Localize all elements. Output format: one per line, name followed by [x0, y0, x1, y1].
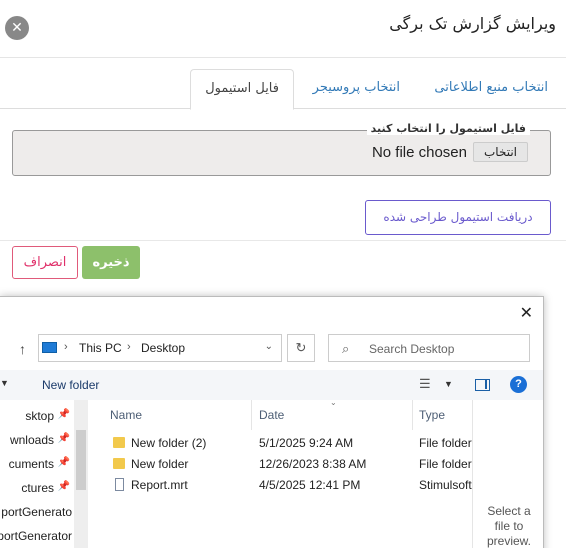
- navigation-pane: sktop 📌 wnloads 📌 cuments 📌 ctures 📌 por…: [0, 400, 90, 548]
- file-fieldset: فایل استیمول را انتخاب کنید No file chos…: [12, 122, 551, 176]
- column-date[interactable]: Date: [259, 408, 284, 422]
- nav-item-desktop[interactable]: sktop 📌: [0, 406, 80, 426]
- command-bar: ▼ New folder ☰ ▼ ?: [0, 370, 543, 400]
- tab-stimulsoft-file[interactable]: فایل استیمول: [190, 69, 294, 110]
- folder-icon: [113, 458, 125, 469]
- organize-dropdown-icon[interactable]: ▼: [0, 378, 9, 388]
- chevron-down-icon[interactable]: ⌄: [265, 341, 273, 352]
- chevron-right-icon: ›: [127, 341, 131, 353]
- breadcrumb-this-pc[interactable]: This PC: [79, 341, 122, 355]
- nav-item-reportgenerator-2[interactable]: portGenerator: [0, 526, 80, 546]
- page: ویرایش گزارش تک برگی ✕ انتخاب منبع اطلاع…: [0, 0, 566, 548]
- new-folder-button[interactable]: New folder: [42, 378, 99, 392]
- choose-file-button[interactable]: انتخاب: [473, 142, 528, 162]
- pin-icon: 📌: [57, 457, 70, 468]
- tab-data-source[interactable]: انتخاب منبع اطلاعاتی: [434, 69, 548, 109]
- nav-item-downloads[interactable]: wnloads 📌: [0, 430, 80, 450]
- help-icon[interactable]: ?: [510, 376, 527, 393]
- dialog-close-icon[interactable]: ✕: [520, 303, 533, 323]
- file-list-header: Name ⌄ Date Type: [100, 398, 474, 430]
- column-name[interactable]: Name: [110, 408, 142, 422]
- nav-item-reportgenerator[interactable]: portGenerato: [0, 502, 80, 522]
- file-row[interactable]: Report.mrt 4/5/2025 12:41 PM Stimulsoft: [100, 475, 473, 496]
- search-input[interactable]: ⌕ Search Desktop: [328, 334, 530, 362]
- file-input[interactable]: No file chosen انتخاب: [372, 142, 528, 162]
- up-arrow-icon[interactable]: ↑: [19, 341, 26, 357]
- sort-caret-icon: ⌄: [330, 398, 337, 407]
- file-icon: [115, 478, 124, 491]
- modal-title: ویرایش گزارش تک برگی: [389, 14, 556, 33]
- divider: [0, 240, 566, 241]
- save-button[interactable]: ذخیره: [82, 246, 140, 279]
- search-icon: ⌕: [342, 341, 350, 356]
- modal-header: ویرایش گزارش تک برگی ✕: [0, 0, 566, 58]
- nav-item-documents[interactable]: cuments 📌: [0, 454, 80, 474]
- refresh-icon[interactable]: ↻: [287, 334, 315, 362]
- close-button[interactable]: ✕: [5, 16, 29, 40]
- file-open-dialog: ✕ ↑ › This PC › Desktop ⌄ ↻ ⌕ Search Des…: [0, 296, 544, 548]
- nav-item-pictures[interactable]: ctures 📌: [0, 478, 80, 498]
- preview-message: Select a file to preview.: [486, 504, 532, 548]
- chevron-right-icon: ›: [64, 341, 68, 353]
- nav-scrollbar-thumb[interactable]: [76, 430, 86, 490]
- address-bar[interactable]: › This PC › Desktop ⌄: [38, 334, 282, 362]
- file-status: No file chosen: [371, 143, 467, 161]
- cancel-button[interactable]: انصراف: [12, 246, 78, 279]
- file-legend: فایل استیمول را انتخاب کنید: [366, 122, 530, 135]
- download-stimulsoft-button[interactable]: دریافت استیمول طراحی شده: [365, 200, 551, 235]
- tab-procedure[interactable]: انتخاب پروسیجر: [313, 69, 400, 109]
- pin-icon: 📌: [57, 481, 70, 492]
- preview-pane: Select a file to preview.: [472, 400, 543, 548]
- this-pc-icon: [42, 342, 57, 353]
- column-type[interactable]: Type: [419, 408, 445, 422]
- file-row[interactable]: New folder 12/26/2023 8:38 AM File folde…: [100, 454, 473, 475]
- view-options-icon[interactable]: ☰: [419, 376, 431, 392]
- file-row[interactable]: New folder (2) 5/1/2025 9:24 AM File fol…: [100, 433, 473, 454]
- pin-icon: 📌: [57, 409, 70, 420]
- breadcrumb-desktop[interactable]: Desktop: [141, 341, 185, 355]
- view-dropdown-icon[interactable]: ▼: [444, 379, 453, 389]
- search-placeholder: Search Desktop: [369, 342, 455, 356]
- pin-icon: 📌: [57, 433, 70, 444]
- folder-icon: [113, 437, 125, 448]
- column-divider[interactable]: [412, 400, 413, 430]
- tab-bar: انتخاب منبع اطلاعاتی انتخاب پروسیجر فایل…: [0, 69, 566, 110]
- nav-scrollbar[interactable]: [74, 400, 88, 548]
- column-divider[interactable]: [251, 400, 252, 430]
- preview-pane-icon[interactable]: [475, 379, 490, 391]
